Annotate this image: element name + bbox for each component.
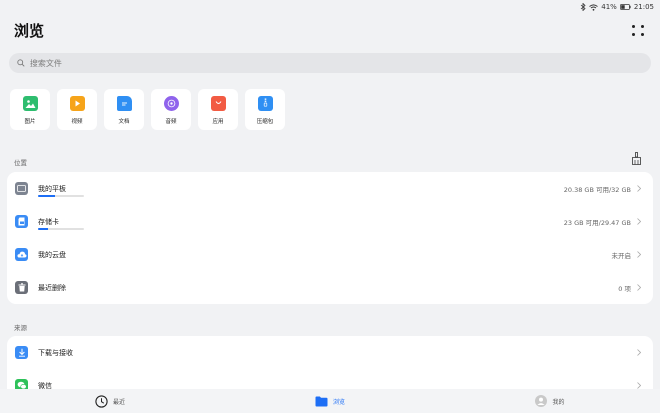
location-item-tablet[interactable]: 我的平板 20.38 GB 可用/32 GB	[7, 172, 653, 205]
video-icon	[69, 96, 85, 111]
storage-usage-bar	[38, 194, 84, 197]
nav-tab-browse[interactable]: 浏览	[220, 396, 440, 407]
category-audio[interactable]: 音频	[151, 89, 191, 130]
dot-icon	[631, 24, 635, 28]
location-item-cloud[interactable]: 我的云盘 未开启	[7, 238, 653, 271]
section-label-source: 来源	[14, 324, 27, 332]
folder-icon	[315, 396, 328, 406]
nav-tab-recent[interactable]: 最近	[0, 394, 220, 408]
location-item-value: 23 GB 可用/29.47 GB	[563, 218, 631, 227]
nav-tab-label: 浏览	[332, 398, 345, 406]
chevron-right-icon	[635, 251, 643, 258]
cloud-icon	[15, 248, 28, 261]
location-card: 我的平板 20.38 GB 可用/32 GB 存储卡 23 GB 可用/29.4…	[7, 172, 653, 304]
app-icon	[210, 96, 226, 111]
status-bar: 41% 21:05	[0, 0, 660, 14]
tablet-icon	[15, 182, 28, 195]
search-icon	[17, 59, 25, 67]
source-item-name: 下载与接收	[38, 348, 73, 357]
location-item-recently-deleted[interactable]: 最近删除 0 项	[7, 271, 653, 304]
nav-tab-label: 最近	[112, 398, 125, 406]
nav-tab-mine[interactable]: 我的	[440, 395, 660, 407]
category-label: 图片	[24, 119, 36, 125]
document-icon	[116, 96, 132, 111]
category-label: 视频	[71, 119, 83, 125]
clock-icon	[95, 394, 108, 408]
more-options-button[interactable]	[630, 22, 646, 38]
location-item-value: 未开启	[611, 251, 632, 260]
wifi-icon	[589, 3, 599, 11]
category-apps[interactable]: 应用	[198, 89, 238, 130]
category-archives[interactable]: 压缩包	[245, 89, 285, 130]
category-grid: 图片 视频 文档 音频 应用 压缩包	[10, 89, 285, 130]
category-label: 音频	[165, 119, 177, 125]
category-label: 应用	[212, 119, 224, 125]
bottom-nav: 最近 浏览 我的	[0, 389, 660, 413]
category-label: 压缩包	[256, 119, 274, 125]
search-input[interactable]	[29, 58, 651, 68]
avatar-icon	[535, 395, 548, 407]
sd-card-icon	[15, 215, 28, 228]
dot-icon	[640, 32, 644, 36]
chevron-right-icon	[635, 185, 643, 192]
location-item-name: 存储卡	[38, 217, 59, 226]
location-item-value: 20.38 GB 可用/32 GB	[563, 185, 631, 194]
storage-usage-fill	[38, 227, 49, 230]
section-label-location: 位置	[14, 159, 27, 167]
location-item-value: 0 项	[618, 284, 631, 293]
chevron-right-icon	[635, 218, 643, 225]
clock: 21:05	[633, 3, 654, 11]
image-icon	[22, 96, 38, 111]
location-item-name: 我的平板	[38, 184, 66, 193]
chevron-right-icon	[635, 349, 643, 356]
location-item-name: 最近删除	[38, 283, 66, 292]
battery-percent: 41%	[601, 3, 617, 11]
category-documents[interactable]: 文档	[104, 89, 144, 130]
chevron-right-icon	[635, 382, 643, 389]
category-images[interactable]: 图片	[10, 89, 50, 130]
clean-storage-button[interactable]	[631, 150, 642, 169]
trash-icon	[15, 281, 28, 294]
broom-icon	[632, 152, 641, 165]
dot-icon	[640, 24, 644, 28]
page-title: 浏览	[14, 22, 45, 40]
audio-icon	[163, 96, 179, 111]
archive-icon	[257, 96, 273, 111]
category-label: 文档	[118, 119, 130, 125]
storage-usage-bar	[38, 227, 84, 230]
download-icon	[15, 346, 28, 359]
chevron-right-icon	[635, 284, 643, 291]
source-item-downloads[interactable]: 下载与接收	[7, 336, 653, 369]
storage-usage-fill	[38, 194, 55, 197]
location-item-name: 我的云盘	[38, 250, 66, 259]
bluetooth-icon	[580, 3, 586, 11]
dot-icon	[631, 32, 635, 36]
category-videos[interactable]: 视频	[57, 89, 97, 130]
location-item-sd-card[interactable]: 存储卡 23 GB 可用/29.47 GB	[7, 205, 653, 238]
battery-icon	[619, 4, 631, 10]
search-bar[interactable]	[9, 53, 651, 73]
nav-tab-label: 我的	[552, 398, 565, 406]
